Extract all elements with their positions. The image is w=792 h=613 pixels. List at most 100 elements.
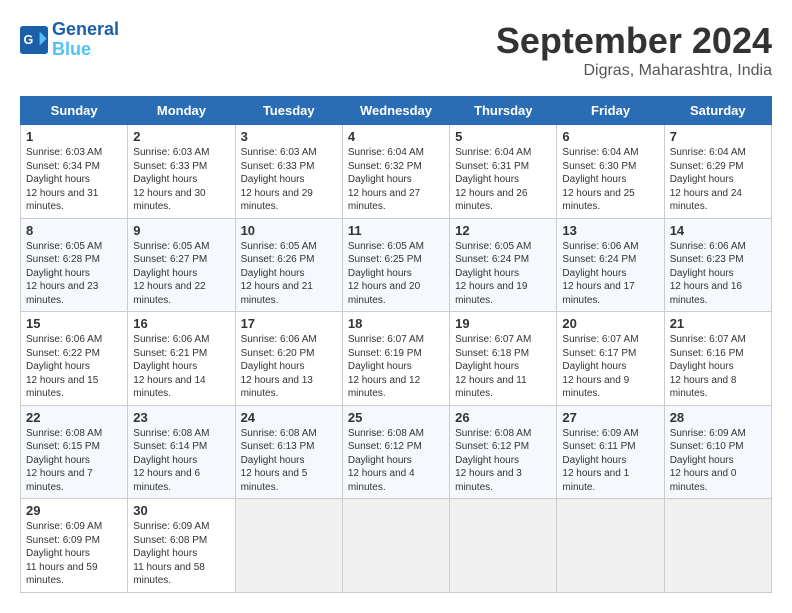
calendar-cell [235,499,342,593]
cell-info: Sunrise: 6:04 AMSunset: 6:29 PMDaylight … [670,146,766,214]
calendar-cell: 22Sunrise: 6:08 AMSunset: 6:15 PMDayligh… [21,405,128,499]
day-number: 1 [26,129,122,144]
day-number: 20 [562,316,658,331]
day-number: 9 [133,223,229,238]
cell-info: Sunrise: 6:08 AMSunset: 6:13 PMDaylight … [241,427,337,495]
calendar-cell: 15 Sunrise: 6:06 AMSunset: 6:22 PMDayligh… [21,312,128,406]
day-number: 22 [26,410,122,425]
day-number: 23 [133,410,229,425]
cell-info: Sunrise: 6:04 AMSunset: 6:32 PMDaylight … [348,146,444,214]
cell-info: Sunrise: 6:09 AMSunset: 6:11 PMDaylight … [562,427,658,495]
calendar-cell: 16Sunrise: 6:06 AMSunset: 6:21 PMDayligh… [128,312,235,406]
calendar-cell: 12Sunrise: 6:05 AMSunset: 6:24 PMDayligh… [450,218,557,312]
calendar-cell: 26 Sunrise: 6:08 AMSunset: 6:12 PMDayligh… [450,405,557,499]
logo-line1: General [52,19,119,39]
calendar-cell: 7Sunrise: 6:04 AMSunset: 6:29 PMDaylight… [664,125,771,219]
col-sunday: Sunday [21,97,128,125]
calendar-cell: 18 Sunrise: 6:07 AMSunset: 6:19 PMDayligh… [342,312,449,406]
cell-info: Sunrise: 6:07 AMSunset: 6:17 PMDaylight … [562,333,658,401]
day-number: 26 [455,410,551,425]
day-number: 6 [562,129,658,144]
calendar-cell: 30 Sunrise: 6:09 AMSunset: 6:08 PMDayligh… [128,499,235,593]
calendar-cell: 14 Sunrise: 6:06 AMSunset: 6:23 PMDayligh… [664,218,771,312]
calendar-cell: 11Sunrise: 6:05 AMSunset: 6:25 PMDayligh… [342,218,449,312]
calendar-table: Sunday Monday Tuesday Wednesday Thursday… [20,96,772,593]
cell-info: Sunrise: 6:05 AMSunset: 6:28 PMDaylight … [26,240,122,308]
cell-info: Sunrise: 6:06 AMSunset: 6:21 PMDaylight … [133,333,229,401]
calendar-cell: 29 Sunrise: 6:09 AMSunset: 6:09 PMDayligh… [21,499,128,593]
day-number: 3 [241,129,337,144]
month-year: September 2024 [496,20,772,62]
cell-info: Sunrise: 6:08 AMSunset: 6:14 PMDaylight … [133,427,229,495]
day-number: 19 [455,316,551,331]
calendar-week-4: 22Sunrise: 6:08 AMSunset: 6:15 PMDayligh… [21,405,772,499]
cell-info: Sunrise: 6:03 AMSunset: 6:33 PMDaylight … [241,146,337,214]
cell-info: Sunrise: 6:06 AMSunset: 6:22 PMDaylight … [26,333,122,401]
calendar-cell: 3 Sunrise: 6:03 AMSunset: 6:33 PMDaylight… [235,125,342,219]
day-number: 27 [562,410,658,425]
calendar-week-3: 15 Sunrise: 6:06 AMSunset: 6:22 PMDayligh… [21,312,772,406]
calendar-cell: 21Sunrise: 6:07 AMSunset: 6:16 PMDayligh… [664,312,771,406]
cell-info: Sunrise: 6:05 AMSunset: 6:24 PMDaylight … [455,240,551,308]
cell-info: Sunrise: 6:08 AMSunset: 6:12 PMDaylight … [455,427,551,495]
day-number: 29 [26,503,122,518]
calendar-cell [664,499,771,593]
cell-info: Sunrise: 6:06 AMSunset: 6:24 PMDaylight … [562,240,658,308]
cell-info: Sunrise: 6:09 AMSunset: 6:09 PMDaylight … [26,520,122,588]
cell-info: Sunrise: 6:05 AMSunset: 6:25 PMDaylight … [348,240,444,308]
day-number: 15 [26,316,122,331]
cell-info: Sunrise: 6:06 AMSunset: 6:23 PMDaylight … [670,240,766,308]
cell-info: Sunrise: 6:06 AMSunset: 6:20 PMDaylight … [241,333,337,401]
col-monday: Monday [128,97,235,125]
day-number: 8 [26,223,122,238]
calendar-cell: 13 Sunrise: 6:06 AMSunset: 6:24 PMDayligh… [557,218,664,312]
cell-info: Sunrise: 6:04 AMSunset: 6:31 PMDaylight … [455,146,551,214]
title-block: September 2024 Digras, Maharashtra, Indi… [496,20,772,80]
cell-info: Sunrise: 6:07 AMSunset: 6:18 PMDaylight … [455,333,551,401]
day-number: 14 [670,223,766,238]
calendar-cell: 9Sunrise: 6:05 AMSunset: 6:27 PMDaylight… [128,218,235,312]
svg-text:G: G [24,33,34,47]
calendar-cell: 24Sunrise: 6:08 AMSunset: 6:13 PMDayligh… [235,405,342,499]
calendar-week-5: 29 Sunrise: 6:09 AMSunset: 6:09 PMDayligh… [21,499,772,593]
location: Digras, Maharashtra, India [496,62,772,80]
day-number: 4 [348,129,444,144]
calendar-cell: 28 Sunrise: 6:09 AMSunset: 6:10 PMDayligh… [664,405,771,499]
day-number: 28 [670,410,766,425]
page-header: G General Blue September 2024 Digras, Ma… [20,20,772,80]
logo-icon: G [20,26,48,54]
calendar-cell: 10Sunrise: 6:05 AMSunset: 6:26 PMDayligh… [235,218,342,312]
col-friday: Friday [557,97,664,125]
calendar-week-2: 8 Sunrise: 6:05 AMSunset: 6:28 PMDaylight… [21,218,772,312]
logo-text: General Blue [52,20,119,60]
cell-info: Sunrise: 6:03 AMSunset: 6:33 PMDaylight … [133,146,229,214]
logo-line2: Blue [52,39,91,59]
cell-info: Sunrise: 6:03 AMSunset: 6:34 PMDaylight … [26,146,122,214]
calendar-cell: 23 Sunrise: 6:08 AMSunset: 6:14 PMDayligh… [128,405,235,499]
weekday-header-row: Sunday Monday Tuesday Wednesday Thursday… [21,97,772,125]
col-wednesday: Wednesday [342,97,449,125]
day-number: 25 [348,410,444,425]
col-tuesday: Tuesday [235,97,342,125]
calendar-cell [557,499,664,593]
day-number: 2 [133,129,229,144]
calendar-cell: 2 Sunrise: 6:03 AMSunset: 6:33 PMDaylight… [128,125,235,219]
day-number: 17 [241,316,337,331]
cell-info: Sunrise: 6:04 AMSunset: 6:30 PMDaylight … [562,146,658,214]
col-saturday: Saturday [664,97,771,125]
cell-info: Sunrise: 6:09 AMSunset: 6:08 PMDaylight … [133,520,229,588]
day-number: 30 [133,503,229,518]
logo: G General Blue [20,20,119,60]
day-number: 5 [455,129,551,144]
calendar-cell: 17 Sunrise: 6:06 AMSunset: 6:20 PMDayligh… [235,312,342,406]
calendar-cell: 6 Sunrise: 6:04 AMSunset: 6:30 PMDaylight… [557,125,664,219]
cell-info: Sunrise: 6:08 AMSunset: 6:12 PMDaylight … [348,427,444,495]
cell-info: Sunrise: 6:07 AMSunset: 6:19 PMDaylight … [348,333,444,401]
cell-info: Sunrise: 6:05 AMSunset: 6:26 PMDaylight … [241,240,337,308]
day-number: 13 [562,223,658,238]
day-number: 21 [670,316,766,331]
day-number: 18 [348,316,444,331]
calendar-cell: 4 Sunrise: 6:04 AMSunset: 6:32 PMDaylight… [342,125,449,219]
calendar-cell: 8 Sunrise: 6:05 AMSunset: 6:28 PMDaylight… [21,218,128,312]
cell-info: Sunrise: 6:09 AMSunset: 6:10 PMDaylight … [670,427,766,495]
